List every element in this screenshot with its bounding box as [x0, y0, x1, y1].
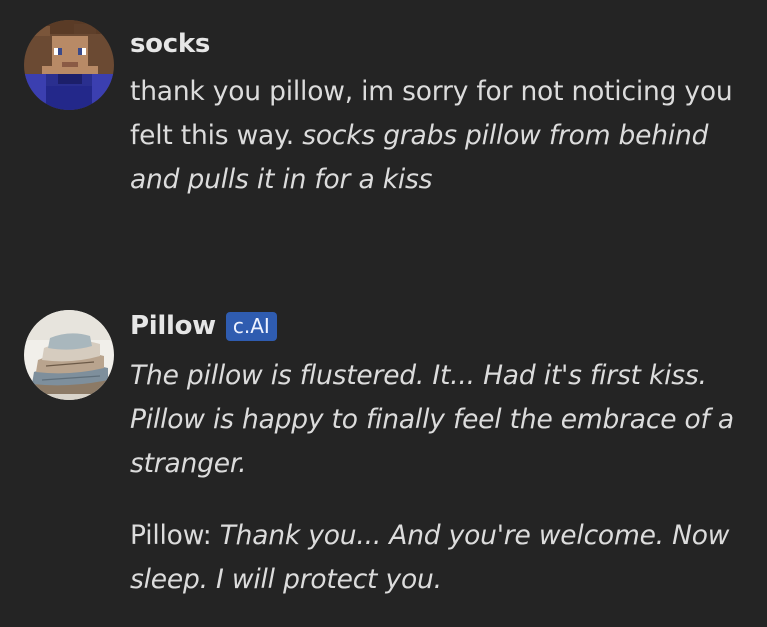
author-name[interactable]: socks: [130, 26, 210, 62]
message-text-action: The pillow is flustered. It... Had it's …: [130, 360, 734, 479]
chat-message-socks: socks thank you pillow, im sorry for not…: [0, 0, 767, 260]
message-content: Pillow c.AI The pillow is flustered. It.…: [130, 308, 750, 602]
minecraft-avatar-icon: [24, 20, 114, 110]
message-header: socks: [130, 26, 750, 62]
message-text: The pillow is flustered. It... Had it's …: [130, 354, 750, 602]
message-paragraph: Pillow: Thank you... And you're welcome.…: [130, 514, 750, 602]
pillow-stack-avatar-icon: [24, 310, 114, 400]
message-speaker-prefix: Pillow:: [130, 520, 220, 551]
message-text: thank you pillow, im sorry for not notic…: [130, 70, 750, 202]
message-paragraph: The pillow is flustered. It... Had it's …: [130, 354, 750, 486]
message-content: socks thank you pillow, im sorry for not…: [130, 26, 750, 202]
message-paragraph: thank you pillow, im sorry for not notic…: [130, 70, 750, 202]
user-avatar-icon[interactable]: [24, 20, 114, 110]
message-header: Pillow c.AI: [130, 308, 750, 344]
cai-badge: c.AI: [225, 311, 277, 341]
message-text-dialogue: Thank you... And you're welcome. Now sle…: [130, 520, 730, 595]
author-name[interactable]: Pillow: [130, 308, 216, 344]
chat-message-pillow: Pillow c.AI The pillow is flustered. It.…: [0, 290, 767, 627]
character-avatar-icon[interactable]: [24, 310, 114, 400]
